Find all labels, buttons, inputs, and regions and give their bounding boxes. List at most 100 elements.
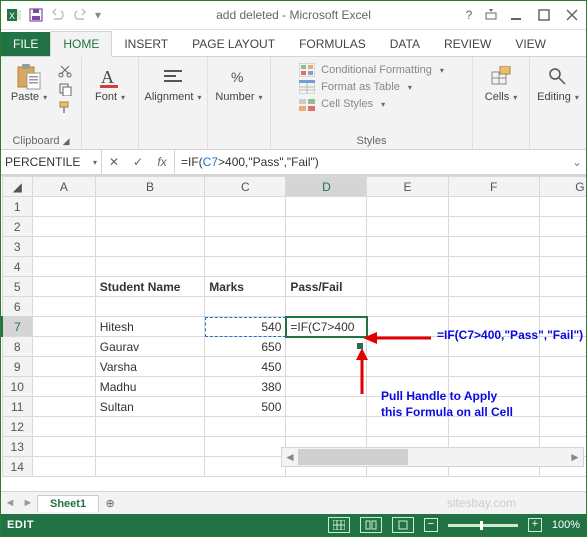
row-header[interactable]: 3 xyxy=(2,237,32,257)
font-label: Font xyxy=(95,91,117,103)
cell[interactable]: Hitesh xyxy=(95,317,205,337)
tab-formulas[interactable]: FORMULAS xyxy=(287,32,378,56)
cell[interactable]: Gaurav xyxy=(95,337,205,357)
svg-text:X: X xyxy=(9,11,15,21)
fx-icon[interactable]: fx xyxy=(150,155,174,169)
col-header-c[interactable]: C xyxy=(205,177,286,197)
formula-input[interactable]: =IF(C7>400,"Pass","Fail") ⌄ xyxy=(175,150,586,174)
row-header[interactable]: 11 xyxy=(2,397,32,417)
quick-access-toolbar: X ▾ xyxy=(1,6,107,24)
row-header[interactable]: 7 xyxy=(2,317,32,337)
undo-icon[interactable] xyxy=(49,6,67,24)
col-header-a[interactable]: A xyxy=(32,177,95,197)
excel-icon[interactable]: X xyxy=(5,6,23,24)
tab-view[interactable]: VIEW xyxy=(503,32,558,56)
cell-d7-active[interactable]: =IF(C7>400 xyxy=(286,317,367,337)
qat-customize-icon[interactable]: ▾ xyxy=(93,6,103,24)
new-sheet-icon[interactable]: ⊕ xyxy=(99,497,121,510)
format-painter-icon[interactable] xyxy=(55,99,75,115)
cell-styles-label: Cell Styles xyxy=(321,98,373,110)
cell[interactable]: Pass/Fail xyxy=(286,277,367,297)
redo-icon[interactable] xyxy=(71,6,89,24)
fill-handle[interactable] xyxy=(357,343,363,349)
paste-button[interactable]: Paste▾ xyxy=(7,61,51,103)
save-icon[interactable] xyxy=(27,6,45,24)
scroll-right-icon[interactable]: ► xyxy=(567,450,583,464)
row-header[interactable]: 8 xyxy=(2,337,32,357)
view-normal-icon[interactable] xyxy=(328,517,350,533)
view-page-layout-icon[interactable] xyxy=(360,517,382,533)
ribbon-options-icon[interactable] xyxy=(480,4,502,26)
row-header[interactable]: 1 xyxy=(2,197,32,217)
cell-c7[interactable]: 540 xyxy=(205,317,286,337)
row-header[interactable]: 2 xyxy=(2,217,32,237)
col-header-f[interactable]: F xyxy=(448,177,539,197)
tab-data[interactable]: DATA xyxy=(378,32,432,56)
sheet-nav-next-icon[interactable]: ► xyxy=(19,497,37,509)
minimize-icon[interactable] xyxy=(502,4,530,26)
number-button[interactable]: % Number▾ xyxy=(214,61,264,103)
sheet-tab[interactable]: Sheet1 xyxy=(37,495,99,512)
maximize-icon[interactable] xyxy=(530,4,558,26)
col-header-d[interactable]: D xyxy=(286,177,367,197)
row-header[interactable]: 10 xyxy=(2,377,32,397)
cell[interactable]: Varsha xyxy=(95,357,205,377)
name-box-value: PERCENTILE xyxy=(5,155,80,169)
status-mode: EDIT xyxy=(7,519,34,531)
view-page-break-icon[interactable] xyxy=(392,517,414,533)
zoom-out-icon[interactable]: − xyxy=(424,518,438,532)
cell[interactable]: 500 xyxy=(205,397,286,417)
sheet-nav-prev-icon[interactable]: ◄ xyxy=(1,497,19,509)
row-header[interactable]: 9 xyxy=(2,357,32,377)
zoom-slider[interactable] xyxy=(448,524,518,527)
cell[interactable]: Student Name xyxy=(95,277,205,297)
row-header[interactable]: 13 xyxy=(2,437,32,457)
row-header[interactable]: 12 xyxy=(2,417,32,437)
row-header[interactable]: 14 xyxy=(2,457,32,477)
expand-formula-bar-icon[interactable]: ⌄ xyxy=(572,155,582,169)
horizontal-scrollbar[interactable]: ◄ ► xyxy=(281,447,584,467)
cells-button[interactable]: Cells▾ xyxy=(479,61,523,103)
tab-home[interactable]: HOME xyxy=(50,31,112,57)
help-icon[interactable]: ? xyxy=(458,4,480,26)
font-button[interactable]: A Font▾ xyxy=(88,61,132,103)
cell[interactable]: 380 xyxy=(205,377,286,397)
worksheet-grid[interactable]: ◢ A B C D E F G 1 2 3 4 5 Student NameMar… xyxy=(1,175,586,491)
row-header[interactable]: 4 xyxy=(2,257,32,277)
scroll-left-icon[interactable]: ◄ xyxy=(282,450,298,464)
cell[interactable]: Madhu xyxy=(95,377,205,397)
alignment-button[interactable]: Alignment▾ xyxy=(145,61,201,103)
row-header[interactable]: 5 xyxy=(2,277,32,297)
cond-format-label: Conditional Formatting xyxy=(321,64,432,76)
copy-icon[interactable] xyxy=(55,81,75,97)
col-header-e[interactable]: E xyxy=(367,177,448,197)
name-box[interactable]: PERCENTILE▾ xyxy=(1,150,102,174)
cell[interactable]: 450 xyxy=(205,357,286,377)
enter-formula-icon[interactable]: ✓ xyxy=(126,155,150,169)
editing-icon xyxy=(544,63,572,91)
col-header-g[interactable]: G xyxy=(539,177,586,197)
tab-insert[interactable]: INSERT xyxy=(112,32,180,56)
cell[interactable]: Marks xyxy=(205,277,286,297)
scroll-thumb[interactable] xyxy=(298,449,408,465)
editing-button[interactable]: Editing▾ xyxy=(536,61,580,103)
close-icon[interactable] xyxy=(558,4,586,26)
cell-styles-button[interactable]: Cell Styles▾ xyxy=(299,97,444,111)
cancel-formula-icon[interactable]: ✕ xyxy=(102,155,126,169)
tab-page-layout[interactable]: PAGE LAYOUT xyxy=(180,32,287,56)
alignment-icon xyxy=(159,63,187,91)
zoom-level[interactable]: 100% xyxy=(552,519,580,531)
cell[interactable]: Sultan xyxy=(95,397,205,417)
format-as-table-button[interactable]: Format as Table▾ xyxy=(299,80,444,94)
paste-label: Paste xyxy=(11,91,39,103)
select-all-cell[interactable]: ◢ xyxy=(2,177,32,197)
conditional-formatting-button[interactable]: Conditional Formatting▾ xyxy=(299,63,444,77)
tab-review[interactable]: REVIEW xyxy=(432,32,503,56)
zoom-in-icon[interactable]: + xyxy=(528,518,542,532)
cut-icon[interactable] xyxy=(55,63,75,79)
row-header[interactable]: 6 xyxy=(2,297,32,317)
sheet-tab-bar: ◄ ► Sheet1 ⊕ sitesbay.com xyxy=(1,491,586,514)
cell[interactable]: 650 xyxy=(205,337,286,357)
tab-file[interactable]: FILE xyxy=(1,32,50,56)
col-header-b[interactable]: B xyxy=(95,177,205,197)
